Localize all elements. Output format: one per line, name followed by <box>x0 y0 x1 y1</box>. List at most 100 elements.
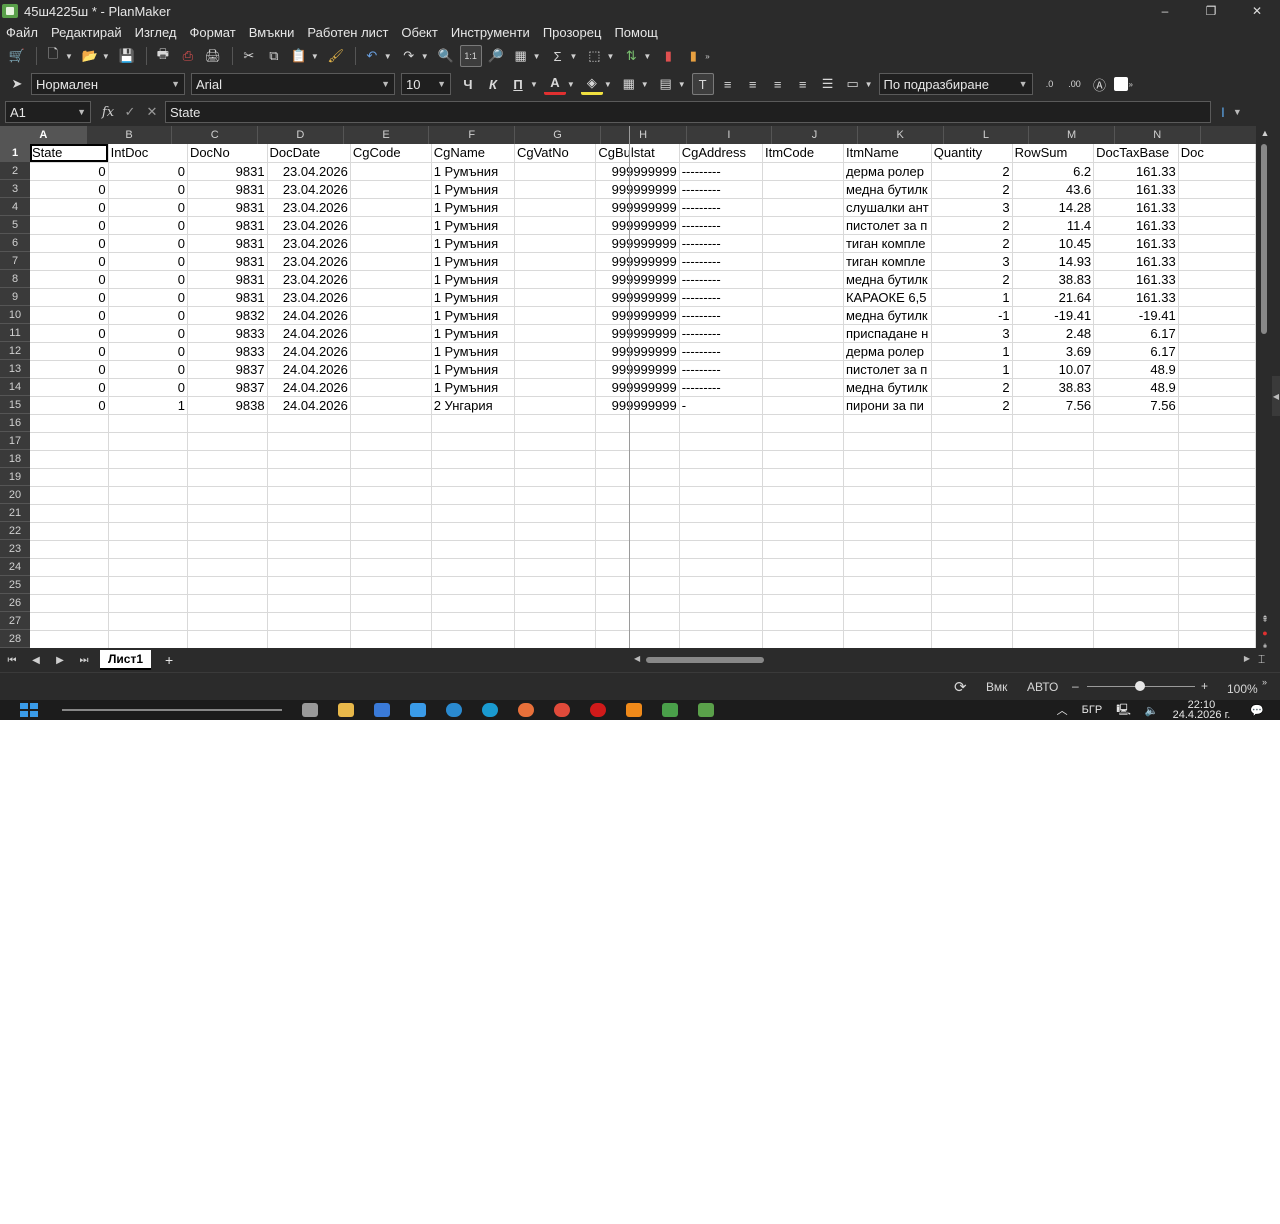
cell[interactable] <box>267 468 351 487</box>
cell[interactable]: медна бутилк <box>843 270 932 289</box>
cell[interactable]: 161.33 <box>1093 162 1179 181</box>
task-view-icon[interactable] <box>302 703 318 717</box>
new-document-icon[interactable]: 🗋 <box>42 45 64 67</box>
cell[interactable] <box>350 324 432 343</box>
cell[interactable]: 1 <box>931 342 1013 361</box>
export-pdf-icon[interactable]: ⎙ <box>177 45 199 67</box>
header-cell[interactable]: CgBulstat <box>595 144 680 163</box>
column-header[interactable]: E <box>344 126 430 144</box>
cell[interactable]: 1 Румъния <box>431 378 515 397</box>
header-cell[interactable]: CgName <box>431 144 515 163</box>
cell[interactable] <box>514 216 597 235</box>
input-language[interactable]: БГР <box>1082 704 1103 716</box>
cell[interactable]: 7.56 <box>1093 396 1179 415</box>
font-size-select[interactable]: 10 ▼ <box>401 73 451 95</box>
cell[interactable] <box>1012 630 1095 648</box>
cell[interactable] <box>350 468 432 487</box>
cell[interactable] <box>108 450 188 469</box>
cell[interactable] <box>267 594 351 613</box>
cell[interactable] <box>514 612 597 631</box>
cell[interactable] <box>1178 450 1256 469</box>
cell[interactable] <box>762 396 844 415</box>
cell[interactable] <box>267 558 351 577</box>
header-cell[interactable]: CgAddress <box>679 144 763 163</box>
cell[interactable]: 23.04.2026 <box>267 198 351 217</box>
cell[interactable]: 2 <box>931 270 1013 289</box>
cell[interactable]: 999999999 <box>595 360 680 379</box>
cell[interactable] <box>514 432 597 451</box>
cell[interactable] <box>108 630 188 648</box>
column-header[interactable]: D <box>258 126 344 144</box>
cell[interactable] <box>108 558 188 577</box>
cell[interactable]: 161.33 <box>1093 234 1179 253</box>
menu-help[interactable]: Помощ <box>614 25 657 40</box>
cell[interactable] <box>843 522 932 541</box>
cell[interactable] <box>30 504 109 523</box>
cell[interactable] <box>679 414 763 433</box>
cell[interactable]: пистолет за п <box>843 216 932 235</box>
cell[interactable] <box>843 414 932 433</box>
cell[interactable] <box>514 378 597 397</box>
cell[interactable] <box>1093 432 1179 451</box>
cell[interactable] <box>931 558 1013 577</box>
row-header[interactable]: 27 <box>0 612 30 630</box>
cell[interactable]: 23.04.2026 <box>267 270 351 289</box>
background-color-icon[interactable] <box>1113 77 1128 91</box>
cell[interactable] <box>1178 252 1256 271</box>
cell[interactable] <box>1012 522 1095 541</box>
chevron-down-icon[interactable]: ▼ <box>533 52 541 61</box>
header-cell[interactable]: ItmCode <box>762 144 844 163</box>
column-header[interactable]: C <box>172 126 259 144</box>
vertical-scroll-thumb[interactable] <box>1261 144 1267 334</box>
column-header[interactable]: H <box>601 126 687 144</box>
chevron-down-icon[interactable]: ▼ <box>678 80 686 89</box>
cell[interactable]: 0 <box>30 324 109 343</box>
cell[interactable] <box>350 162 432 181</box>
cell[interactable]: 999999999 <box>595 162 680 181</box>
cell[interactable]: 2 <box>931 216 1013 235</box>
cell[interactable]: 999999999 <box>595 252 680 271</box>
increase-decimal-icon[interactable]: .0 <box>1039 73 1061 95</box>
cell[interactable] <box>1012 432 1095 451</box>
menu-tools[interactable]: Инструменти <box>451 25 530 40</box>
planmaker-taskbar-icon[interactable] <box>698 703 714 717</box>
cell[interactable] <box>514 540 597 559</box>
cell[interactable] <box>431 522 515 541</box>
last-sheet-icon[interactable]: ⏭ <box>72 655 96 666</box>
chevron-down-icon[interactable]: ▼ <box>530 80 538 89</box>
cell[interactable]: --------- <box>679 306 763 325</box>
cell[interactable] <box>350 216 432 235</box>
cell[interactable]: слушалки ант <box>843 198 932 217</box>
cell[interactable] <box>762 630 844 648</box>
cell[interactable] <box>187 486 268 505</box>
save-icon[interactable]: 💾 <box>116 45 138 67</box>
row-header[interactable]: 3 <box>0 180 30 198</box>
cell[interactable] <box>514 594 597 613</box>
cell[interactable]: 1 Румъния <box>431 234 515 253</box>
cell[interactable] <box>762 486 844 505</box>
cell[interactable]: --------- <box>679 252 763 271</box>
cell[interactable] <box>1178 324 1256 343</box>
cell[interactable]: --------- <box>679 360 763 379</box>
row-header[interactable]: 20 <box>0 486 30 504</box>
cell[interactable]: 0 <box>108 216 188 235</box>
cell[interactable] <box>514 342 597 361</box>
zoom-slider-handle[interactable] <box>1135 681 1145 691</box>
cell[interactable] <box>431 612 515 631</box>
cell[interactable] <box>30 594 109 613</box>
cell[interactable] <box>1178 270 1256 289</box>
cell[interactable] <box>350 558 432 577</box>
cell[interactable] <box>187 576 268 595</box>
cancel-icon[interactable]: ✕ <box>141 104 163 120</box>
cell[interactable]: 0 <box>108 270 188 289</box>
cell[interactable]: 9837 <box>187 378 268 397</box>
cell[interactable] <box>514 558 597 577</box>
cell[interactable]: --------- <box>679 342 763 361</box>
search-icon[interactable]: 🔍 <box>435 45 457 67</box>
cell[interactable] <box>1093 612 1179 631</box>
cell[interactable] <box>30 468 109 487</box>
cell[interactable] <box>1178 504 1256 523</box>
cell[interactable]: --------- <box>679 180 763 199</box>
cell[interactable] <box>679 522 763 541</box>
cell[interactable]: 1 <box>931 360 1013 379</box>
